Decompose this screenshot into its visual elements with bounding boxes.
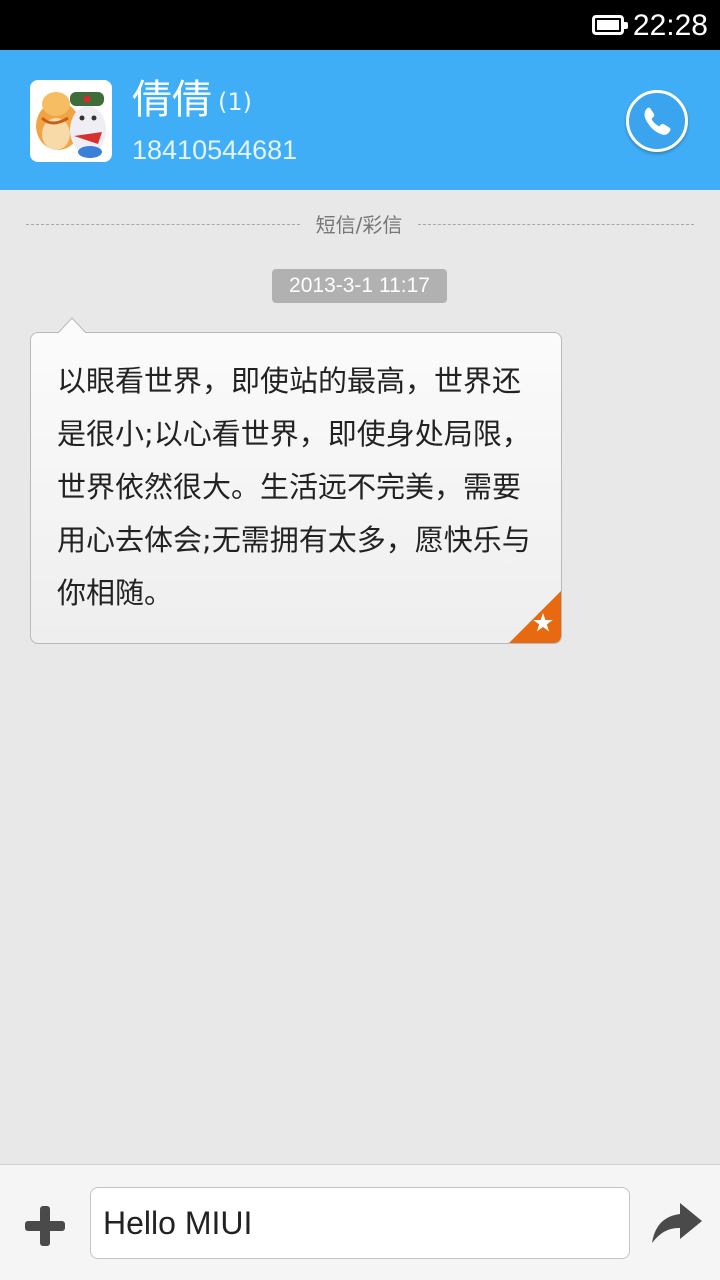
message-type-divider: 短信/彩信: [315, 213, 403, 237]
contact-avatar[interactable]: [30, 80, 112, 162]
incoming-message-bubble[interactable]: 以眼看世界，即使站的最高，世界还是很小;以心看世界，即使身处局限，世界依然很大。…: [30, 332, 562, 644]
battery-full-icon: [592, 15, 628, 35]
status-bar: 22:28: [0, 0, 720, 50]
contact-phone-number: 18410544681: [132, 135, 298, 165]
divider-line-right: [418, 224, 694, 225]
composer-bar: Hello MIUI: [0, 1164, 720, 1280]
message-count: (1): [218, 88, 252, 116]
plus-icon[interactable]: [20, 1201, 70, 1251]
status-clock: 22:28: [632, 9, 708, 42]
contact-name: 倩倩: [132, 77, 212, 123]
bubble-tail: [57, 317, 87, 335]
message-timestamp: 2013-3-1 11:17: [272, 269, 447, 303]
divider-line-left: [26, 224, 300, 225]
message-text: 以眼看世界，即使站的最高，世界还是很小;以心看世界，即使身处局限，世界依然很大。…: [57, 364, 531, 610]
contact-name-row: 倩倩 (1): [132, 74, 252, 126]
conversation-header: 倩倩 (1) 18410544681: [0, 50, 720, 190]
send-arrow-icon[interactable]: [650, 1201, 704, 1247]
message-input[interactable]: Hello MIUI: [90, 1187, 630, 1259]
phone-icon: [644, 107, 671, 135]
call-button[interactable]: [626, 90, 688, 152]
star-icon[interactable]: [509, 591, 561, 643]
